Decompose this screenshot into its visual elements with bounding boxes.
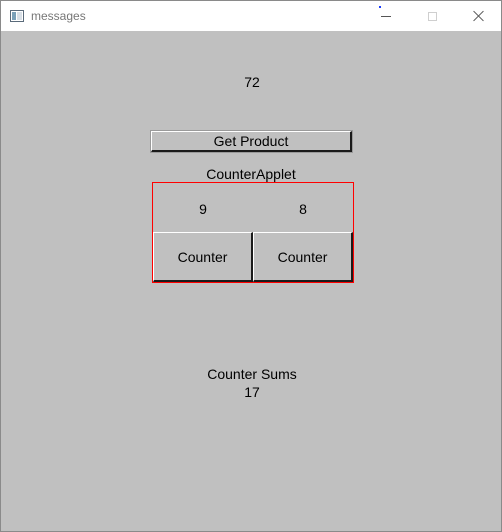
counter-2-button[interactable]: Counter bbox=[253, 232, 353, 282]
window-title: messages bbox=[31, 9, 86, 23]
close-button[interactable] bbox=[455, 1, 501, 31]
close-icon bbox=[472, 10, 484, 22]
title-bar[interactable]: messages bbox=[1, 1, 501, 31]
app-window: messages 72 Get Product CounterApplet 9 … bbox=[0, 0, 502, 532]
product-value: 72 bbox=[244, 74, 260, 90]
minimize-button[interactable] bbox=[363, 1, 409, 31]
counter-sums-value: 17 bbox=[244, 384, 260, 400]
applet-title: CounterApplet bbox=[206, 166, 296, 182]
get-product-button[interactable]: Get Product bbox=[150, 130, 353, 153]
maximize-icon bbox=[427, 11, 437, 21]
counter-1-value: 9 bbox=[199, 201, 207, 217]
window-app-icon bbox=[10, 10, 24, 22]
counter-2-value: 8 bbox=[299, 201, 307, 217]
minimize-icon bbox=[381, 15, 391, 17]
counter-1-button[interactable]: Counter bbox=[153, 232, 253, 282]
counter-sums-label: Counter Sums bbox=[207, 366, 297, 382]
maximize-button bbox=[409, 1, 455, 31]
